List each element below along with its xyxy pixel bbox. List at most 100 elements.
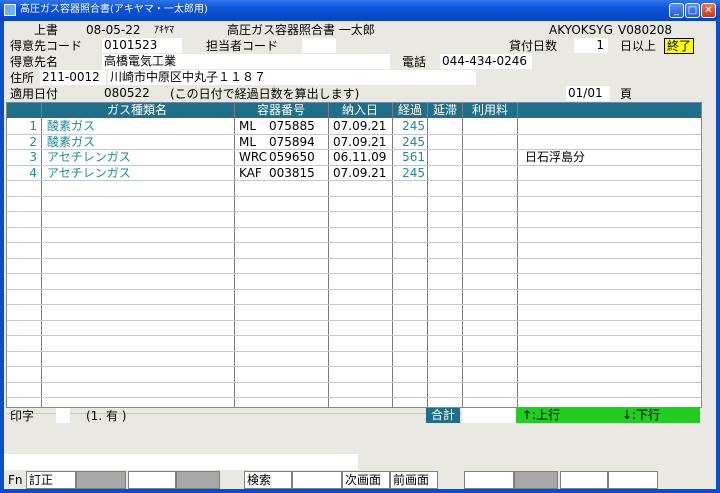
- apply-date-label: 適用日付: [10, 87, 59, 101]
- col-delivered: 納入日: [341, 103, 378, 117]
- f9-button[interactable]: [464, 471, 514, 489]
- col-fee: 利用料: [471, 103, 508, 117]
- grid-row-line: [7, 381, 701, 383]
- grid-row-line: [7, 195, 701, 197]
- delivered-date-cell: 07.09.21: [333, 119, 387, 133]
- address-field[interactable]: 川崎市中原区中丸子１１８７: [108, 70, 476, 85]
- table-row[interactable]: 2 酸素ガス ML 075894 07.09.21 245: [7, 135, 701, 150]
- date-label: 08-05-22: [86, 23, 141, 37]
- f6-button[interactable]: [292, 471, 342, 489]
- f11-button[interactable]: [560, 471, 608, 489]
- grid-row-line: [7, 350, 701, 352]
- grid-row-line: [7, 335, 701, 336]
- grid-row-line: [7, 304, 701, 305]
- grid-row-line: [7, 273, 701, 274]
- client-area: 上書 08-05-22 ｱｷﾔﾏ 高圧ガス容器照合書 一太郎 AKYOKSYG …: [4, 21, 716, 489]
- container-prefix-cell: ML: [239, 119, 257, 133]
- grid-row-line: [7, 211, 701, 212]
- window-title: 高圧ガス容器照合書(アキヤマ・一太郎用): [20, 4, 208, 15]
- f5-search-button[interactable]: 検索: [244, 471, 292, 489]
- customer-code-label: 得意先コード: [10, 39, 83, 53]
- f4-button[interactable]: [176, 471, 220, 489]
- screen-title: 高圧ガス容器照合書 一太郎: [227, 23, 375, 37]
- grid-row-line: [7, 397, 701, 398]
- container-prefix-cell: KAF: [239, 165, 262, 180]
- note-cell: 日石浮島分: [525, 150, 586, 164]
- gas-type-cell: 酸素ガス: [47, 119, 96, 133]
- elapsed-days-cell: 245: [402, 165, 425, 180]
- app-icon: [4, 4, 16, 16]
- print-label: 印字: [10, 409, 35, 423]
- message-line: [4, 454, 358, 470]
- staff-code-field[interactable]: [302, 38, 336, 53]
- customer-name-field[interactable]: 高橋電気工業: [102, 54, 390, 69]
- f3-button[interactable]: [128, 471, 176, 489]
- grid-row-line: [7, 242, 701, 243]
- loan-days-suffix: 日以上: [620, 39, 657, 53]
- col-container-no: 容器番号: [256, 103, 305, 117]
- program-id: AKYOKSYG: [549, 23, 613, 37]
- customer-code-field[interactable]: 0101523: [102, 38, 182, 53]
- f2-button[interactable]: [76, 471, 126, 489]
- container-number-cell: 059650: [269, 150, 315, 164]
- address-label: 住所: [10, 71, 35, 85]
- container-table: ガス種類名 容器番号 納入日 経過 延滞 利用料 1 酸素ガス ML 075885 07…: [6, 102, 702, 414]
- table-row[interactable]: 4 アセチレンガス KAF 003815 07.09.21 245: [7, 166, 701, 181]
- row-number: 4: [29, 165, 37, 180]
- grid-row-line: [7, 366, 701, 367]
- f8-prev-screen-button[interactable]: 前画面: [390, 471, 438, 489]
- elapsed-days-cell: 245: [402, 134, 425, 149]
- prev-row-button[interactable]: ↑:上行: [516, 408, 608, 423]
- close-button[interactable]: ✕: [701, 3, 716, 18]
- staff-code-label: 担当者コード: [206, 39, 279, 53]
- version-label: V080208: [618, 23, 673, 37]
- col-gas-type: ガス種類名: [106, 103, 167, 117]
- grid-row-line: [7, 319, 701, 321]
- page-indicator: 01/01: [566, 86, 610, 101]
- container-prefix-cell: WRC: [239, 150, 267, 164]
- postal-field[interactable]: 211-0012: [40, 70, 106, 85]
- table-row[interactable]: 1 酸素ガス ML 075885 07.09.21 245: [7, 119, 701, 134]
- elapsed-days-cell: 561: [402, 150, 425, 164]
- gas-type-cell: アセチレンガス: [47, 165, 131, 180]
- apply-date-note: (この日付で経過日数を算出します): [170, 87, 360, 101]
- end-button[interactable]: 終了: [664, 38, 695, 54]
- f7-next-screen-button[interactable]: 次画面: [342, 471, 390, 489]
- print-hint: (1. 有 ): [86, 409, 127, 423]
- phone-field[interactable]: 044-434-0246: [440, 54, 532, 69]
- table-row[interactable]: 3 アセチレンガス WRC 059650 06.11.09 561 日石浮島分: [7, 150, 701, 165]
- phone-label: 電話: [402, 55, 427, 69]
- minimize-button[interactable]: _: [669, 3, 684, 18]
- row-number: 1: [29, 119, 37, 133]
- total-label: 合計: [426, 408, 460, 423]
- page-label: 頁: [620, 87, 633, 101]
- function-key-bar: Fn 訂正 検索 次画面 前画面: [4, 471, 716, 489]
- loan-days-field[interactable]: 1: [574, 38, 608, 53]
- container-number-cell: 003815: [269, 165, 315, 180]
- f10-button[interactable]: [514, 471, 558, 489]
- grid-row-line: [7, 226, 701, 228]
- delivered-date-cell: 07.09.21: [333, 165, 387, 180]
- table-header: ガス種類名 容器番号 納入日 経過 延滞 利用料: [7, 103, 701, 118]
- row-number: 3: [29, 150, 37, 164]
- gas-type-cell: 酸素ガス: [47, 134, 96, 149]
- loan-days-label: 貸付日数: [509, 39, 558, 53]
- title-bar[interactable]: 高圧ガス容器照合書(アキヤマ・一太郎用) _ □ ✕: [0, 0, 720, 21]
- f12-button[interactable]: [608, 471, 658, 489]
- next-row-button[interactable]: ↓:下行: [608, 408, 700, 423]
- maximize-button[interactable]: □: [685, 3, 700, 18]
- col-overdue: 延滞: [432, 103, 457, 117]
- customer-name-label: 得意先名: [10, 55, 59, 69]
- delivered-date-cell: 07.09.21: [333, 134, 387, 149]
- app-window: 高圧ガス容器照合書(アキヤマ・一太郎用) _ □ ✕ 上書 08-05-22 ｱ…: [0, 0, 720, 493]
- user-kana: ｱｷﾔﾏ: [154, 25, 174, 36]
- grid-row-line: [7, 257, 701, 259]
- f1-correct-button[interactable]: 訂正: [26, 471, 76, 489]
- elapsed-days-cell: 245: [402, 119, 425, 133]
- col-elapsed: 経過: [397, 103, 422, 117]
- gas-type-cell: アセチレンガス: [47, 150, 131, 164]
- print-field[interactable]: [56, 408, 70, 423]
- container-number-cell: 075894: [269, 134, 315, 149]
- delivered-date-cell: 06.11.09: [333, 150, 387, 164]
- apply-date-field[interactable]: 080522: [102, 86, 156, 101]
